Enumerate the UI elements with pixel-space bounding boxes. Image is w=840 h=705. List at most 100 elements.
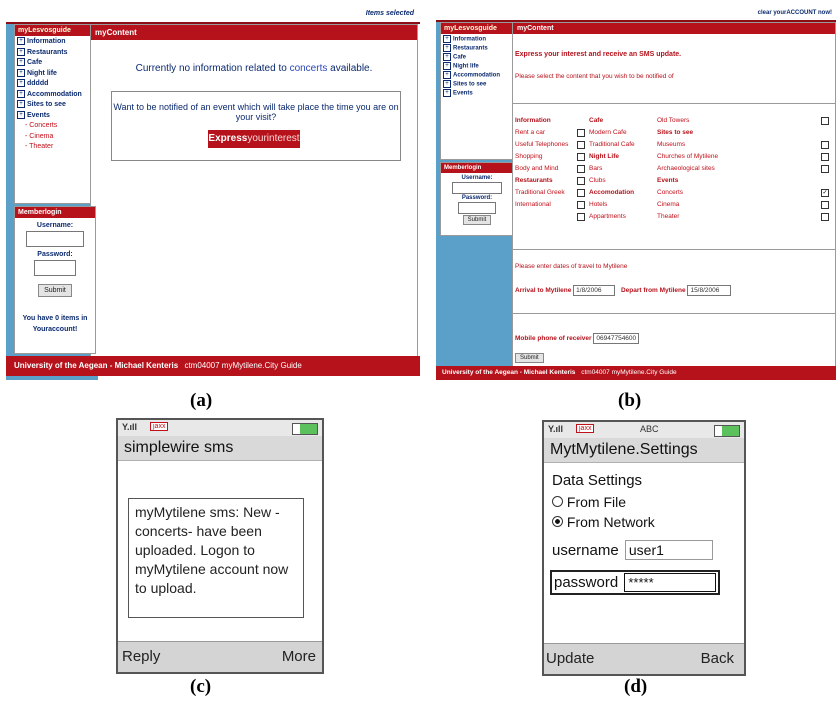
caption-c: (c) bbox=[190, 676, 212, 697]
radio-unselected-icon[interactable] bbox=[552, 496, 563, 507]
arrival-input[interactable]: 1/8/2006 bbox=[573, 285, 616, 296]
category-option[interactable]: Concerts ✓ bbox=[657, 187, 833, 199]
expand-plus-icon[interactable]: + bbox=[17, 79, 25, 88]
login-panel: Memberlogin Username: Password: Submit Y… bbox=[14, 206, 96, 354]
submit-button[interactable]: Submit bbox=[38, 284, 72, 297]
items-selected-link[interactable]: Items selected bbox=[366, 10, 414, 17]
expand-plus-icon[interactable]: + bbox=[17, 37, 25, 46]
radio-selected-icon[interactable] bbox=[552, 516, 563, 527]
mobile-input[interactable]: 06947754600 bbox=[593, 333, 640, 344]
expand-plus-icon[interactable]: + bbox=[443, 80, 451, 89]
checkbox-icon[interactable] bbox=[577, 129, 585, 137]
checkbox-checked-icon[interactable]: ✓ bbox=[821, 189, 829, 197]
expand-plus-icon[interactable]: + bbox=[17, 110, 25, 119]
category-option[interactable]: Archaeological sites bbox=[657, 163, 833, 175]
username-input[interactable] bbox=[452, 182, 502, 194]
expand-plus-icon[interactable]: + bbox=[443, 62, 451, 71]
nav-sub-item[interactable]: - Theater bbox=[17, 142, 93, 153]
checkbox-icon[interactable] bbox=[577, 177, 585, 185]
from-network-option[interactable]: From Network bbox=[552, 514, 655, 530]
nav-item[interactable]: + Sites to see bbox=[17, 100, 93, 111]
category-option[interactable]: Bars bbox=[577, 163, 657, 175]
nav-item[interactable]: + Events bbox=[17, 110, 93, 122]
nav-item[interactable]: + Information bbox=[17, 37, 93, 48]
checkbox-icon[interactable] bbox=[821, 141, 829, 149]
category-option[interactable]: Appartments bbox=[577, 211, 657, 223]
expand-plus-icon[interactable]: + bbox=[443, 89, 451, 98]
password-input[interactable] bbox=[458, 202, 496, 214]
instruction: Please select the content that you wish … bbox=[515, 73, 674, 80]
checkbox-icon[interactable] bbox=[821, 153, 829, 161]
input-mode: ABC bbox=[640, 424, 659, 434]
checkbox-icon[interactable] bbox=[577, 141, 585, 149]
clear-account-link[interactable]: clear yourACCOUNT now! bbox=[758, 10, 832, 16]
concerts-link[interactable]: concerts bbox=[290, 63, 328, 74]
expand-plus-icon[interactable]: + bbox=[17, 58, 25, 67]
expand-plus-icon[interactable]: + bbox=[17, 68, 25, 77]
category-option[interactable]: Churches of Mytilene bbox=[657, 151, 833, 163]
submit-button[interactable]: Submit bbox=[515, 353, 544, 363]
expand-plus-icon[interactable]: + bbox=[443, 71, 451, 80]
checkbox-icon[interactable] bbox=[577, 201, 585, 209]
from-file-option[interactable]: From File bbox=[552, 494, 626, 510]
username-input[interactable] bbox=[26, 231, 84, 247]
expand-plus-icon[interactable]: + bbox=[443, 35, 451, 43]
checkbox-icon[interactable] bbox=[577, 165, 585, 173]
more-softkey[interactable]: More bbox=[282, 648, 316, 665]
nav-panel: myLesvosguide + Information + Restaurants + C… bbox=[14, 24, 96, 204]
username-field[interactable]: user1 bbox=[624, 540, 713, 560]
password-field[interactable]: ***** bbox=[624, 573, 717, 592]
nav-item[interactable]: + Cafe bbox=[443, 53, 511, 62]
dates-prompt: Please enter dates of travel to Mytilene bbox=[515, 263, 628, 270]
category-option[interactable]: Clubs bbox=[577, 175, 657, 187]
expand-plus-icon[interactable]: + bbox=[443, 53, 451, 62]
login-title: Memberlogin bbox=[15, 207, 95, 218]
update-softkey[interactable]: Update bbox=[546, 650, 594, 667]
status-bar: Y.ıll jaxx bbox=[118, 420, 322, 436]
category-option[interactable]: Hotels bbox=[577, 199, 657, 211]
caption-d: (d) bbox=[624, 676, 648, 697]
expand-plus-icon[interactable]: + bbox=[17, 47, 25, 56]
nav-sub-item[interactable]: - Concerts bbox=[17, 121, 93, 132]
expand-plus-icon[interactable]: + bbox=[443, 44, 451, 53]
nav-item[interactable]: + Night life bbox=[17, 68, 93, 80]
back-softkey[interactable]: Back bbox=[701, 650, 734, 667]
nav-item[interactable]: + Restaurants bbox=[443, 44, 511, 53]
category-option[interactable]: Cinema bbox=[657, 199, 833, 211]
category-option[interactable]: Old Towers bbox=[657, 115, 833, 127]
checkbox-icon[interactable] bbox=[821, 201, 829, 209]
submit-button-login[interactable]: Submit bbox=[462, 215, 492, 225]
express-interest-button[interactable]: Expressyourinterest bbox=[208, 130, 300, 148]
screen-a: Items selected myLesvosguide + Informatio… bbox=[6, 8, 420, 380]
category-column-2: Cafe Modern Cafe Traditional Cafe Night Lif… bbox=[577, 115, 657, 223]
category-option[interactable]: Traditional Cafe bbox=[577, 139, 657, 151]
nav-item[interactable]: + Accommodation bbox=[443, 71, 511, 80]
category-option[interactable]: Modern Cafe bbox=[577, 127, 657, 139]
items-line2[interactable]: Youraccount! bbox=[15, 326, 95, 333]
nav-item[interactable]: + Night life bbox=[443, 62, 511, 71]
expand-plus-icon[interactable]: + bbox=[17, 100, 25, 109]
nav-sub-item[interactable]: - Cinema bbox=[17, 132, 93, 143]
checkbox-icon[interactable] bbox=[821, 117, 829, 125]
content-title: myContent bbox=[513, 23, 835, 34]
depart-input[interactable]: 15/8/2006 bbox=[687, 285, 732, 296]
dates-row: Arrival to Mytilene 1/8/2006 Depart from… bbox=[515, 285, 732, 296]
nav-item[interactable]: + Sites to see bbox=[443, 80, 511, 89]
content-panel: myContent Currently no information relat… bbox=[90, 24, 418, 358]
softkey-bar: Update Back bbox=[544, 643, 744, 674]
checkbox-icon[interactable] bbox=[821, 213, 829, 221]
nav-title: myLesvosguide bbox=[441, 23, 513, 34]
reply-softkey[interactable]: Reply bbox=[122, 648, 160, 665]
nav-item[interactable]: + Restaurants bbox=[17, 47, 93, 59]
nav-item[interactable]: + Events bbox=[443, 89, 511, 98]
nav-item[interactable]: + Cafe bbox=[17, 58, 93, 69]
password-input[interactable] bbox=[34, 260, 76, 276]
nav-item[interactable]: + Accommodation bbox=[17, 89, 93, 101]
nav-item[interactable]: + ddddd bbox=[17, 79, 93, 90]
expand-plus-icon[interactable]: + bbox=[17, 89, 25, 98]
nav-item[interactable]: + Information bbox=[443, 35, 511, 44]
checkbox-icon[interactable] bbox=[821, 165, 829, 173]
checkbox-icon[interactable] bbox=[577, 213, 585, 221]
category-option[interactable]: Theater bbox=[657, 211, 833, 223]
category-option[interactable]: Museums bbox=[657, 139, 833, 151]
